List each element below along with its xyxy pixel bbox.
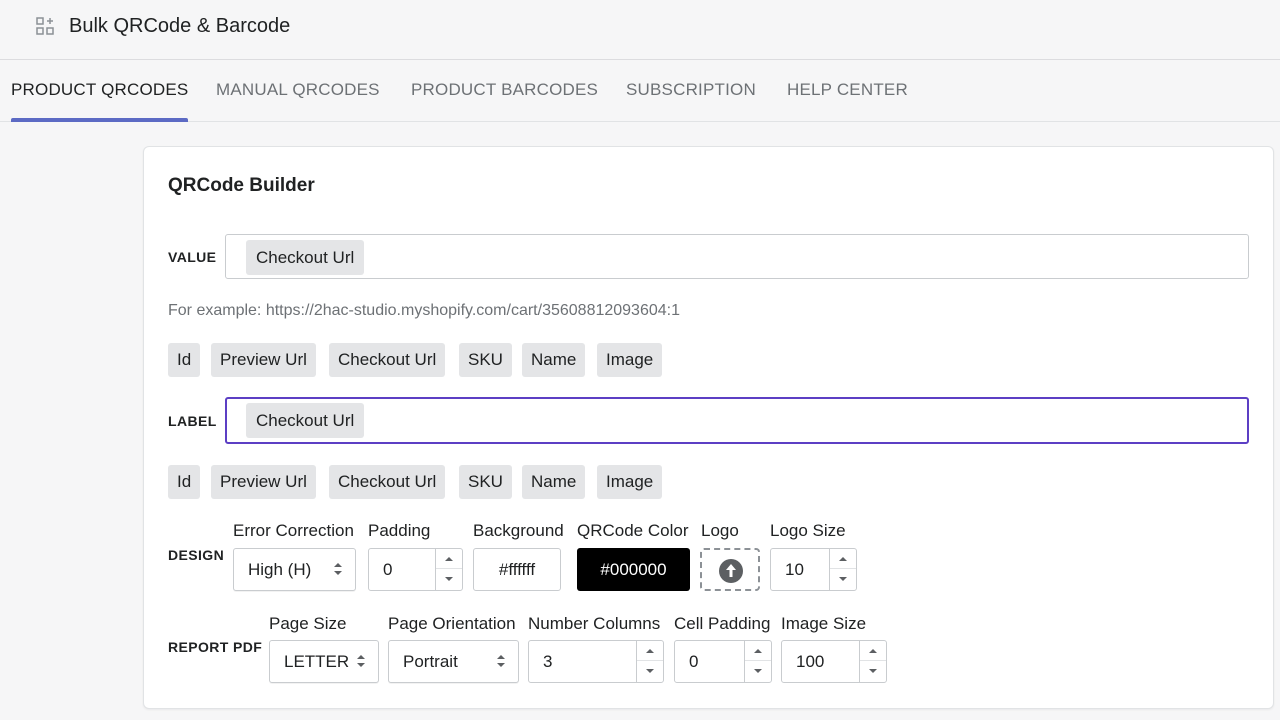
number-columns-input[interactable]: 3 [528,640,664,683]
image-size-increment-button[interactable] [860,641,886,661]
select-arrows-icon [334,563,342,575]
number-columns-label: Number Columns [528,614,661,633]
number-columns-value: 3 [543,652,553,671]
value-chip-id[interactable]: Id [168,343,201,377]
padding-stepper [435,549,462,590]
page-size-select[interactable]: LETTER [269,640,379,683]
caret-down-icon [445,577,453,581]
cell-padding-input[interactable]: 0 [674,640,772,683]
label-chip-name[interactable]: Name [522,465,586,499]
label-input[interactable]: Checkout Url [225,397,1249,444]
page-size-label: Page Size [269,614,347,633]
label-chip-image[interactable]: Image [597,465,663,499]
caret-up-icon [754,649,762,653]
image-size-stepper [859,641,886,682]
design-label: DESIGN [168,547,225,563]
label-chip-checkout-url[interactable]: Checkout Url [329,465,446,499]
error-correction-value: High (H) [248,560,312,579]
logo-size-label: Logo Size [770,521,846,540]
number-columns-decrement-button[interactable] [637,661,663,681]
tab-bar: PRODUCT QRCODES MANUAL QRCODES PRODUCT B… [0,61,1280,122]
cell-padding-value: 0 [689,652,699,671]
background-color-input[interactable]: #ffffff [473,548,561,591]
cell-padding-stepper [744,641,771,682]
logo-size-increment-button[interactable] [830,549,856,569]
logo-size-stepper [829,549,856,590]
grid-plus-icon [36,17,54,35]
value-chip-image[interactable]: Image [597,343,663,377]
tab-manual-qrcodes[interactable]: MANUAL QRCODES [216,61,380,122]
report-pdf-label: REPORT PDF [168,639,263,655]
image-size-value: 100 [796,652,825,671]
image-size-decrement-button[interactable] [860,661,886,681]
logo-size-decrement-button[interactable] [830,569,856,589]
value-chip-checkout-url[interactable]: Checkout Url [329,343,446,377]
padding-increment-button[interactable] [436,549,462,569]
logo-size-input[interactable]: 10 [770,548,857,591]
caret-down-icon [839,577,847,581]
caret-up-icon [869,649,877,653]
caret-up-icon [646,649,654,653]
label-tag[interactable]: Checkout Url [246,403,365,438]
error-correction-label: Error Correction [233,521,354,540]
value-chip-sku[interactable]: SKU [459,343,512,377]
value-input[interactable]: Checkout Url [225,234,1249,279]
page-orientation-value: Portrait [403,652,458,671]
tab-product-barcodes[interactable]: PRODUCT BARCODES [411,61,598,122]
padding-input[interactable]: 0 [368,548,463,591]
page-orientation-select[interactable]: Portrait [388,640,519,683]
background-label: Background [473,521,564,540]
number-columns-increment-button[interactable] [637,641,663,661]
select-arrows-icon [497,655,505,667]
padding-value: 0 [383,560,393,579]
page-size-value: LETTER [284,652,350,671]
value-chip-preview-url[interactable]: Preview Url [211,343,316,377]
padding-decrement-button[interactable] [436,569,462,589]
value-label: VALUE [168,249,217,265]
image-size-input[interactable]: 100 [781,640,887,683]
page-orientation-label: Page Orientation [388,614,516,633]
label-chip-preview-url[interactable]: Preview Url [211,465,316,499]
tab-subscription[interactable]: SUBSCRIPTION [626,61,756,122]
tab-product-qrcodes[interactable]: PRODUCT QRCODES [11,61,189,122]
tab-help-center[interactable]: HELP CENTER [787,61,908,122]
image-size-label: Image Size [781,614,867,633]
value-tag[interactable]: Checkout Url [246,240,365,275]
app-title: Bulk QRCode & Barcode [69,15,291,37]
qrcode-color-input[interactable]: #000000 [577,548,690,591]
caret-up-icon [445,557,453,561]
number-columns-stepper [636,641,663,682]
caret-down-icon [646,669,654,673]
caret-down-icon [754,669,762,673]
top-bar: Bulk QRCode & Barcode [0,0,1280,60]
caret-down-icon [869,669,877,673]
value-example-hint: For example: https://2hac-studio.myshopi… [168,302,680,319]
error-correction-select[interactable]: High (H) [233,548,356,591]
select-arrows-icon [357,655,365,667]
logo-upload-button[interactable] [700,548,760,591]
cell-padding-label: Cell Padding [674,614,771,633]
cell-padding-increment-button[interactable] [745,641,771,661]
logo-size-value: 10 [785,560,804,579]
logo-label: Logo [701,521,739,540]
cell-padding-decrement-button[interactable] [745,661,771,681]
label-chip-sku[interactable]: SKU [459,465,512,499]
upload-arrow-icon [719,559,743,583]
value-chip-name[interactable]: Name [522,343,586,377]
card-title: QRCode Builder [168,175,315,196]
caret-up-icon [839,557,847,561]
padding-label: Padding [368,521,431,540]
qrcode-builder-card: QRCode Builder VALUE Checkout Url For ex… [143,146,1274,709]
label-chip-id[interactable]: Id [168,465,201,499]
label-label: LABEL [168,413,217,429]
qrcode-color-label: QRCode Color [577,521,689,540]
